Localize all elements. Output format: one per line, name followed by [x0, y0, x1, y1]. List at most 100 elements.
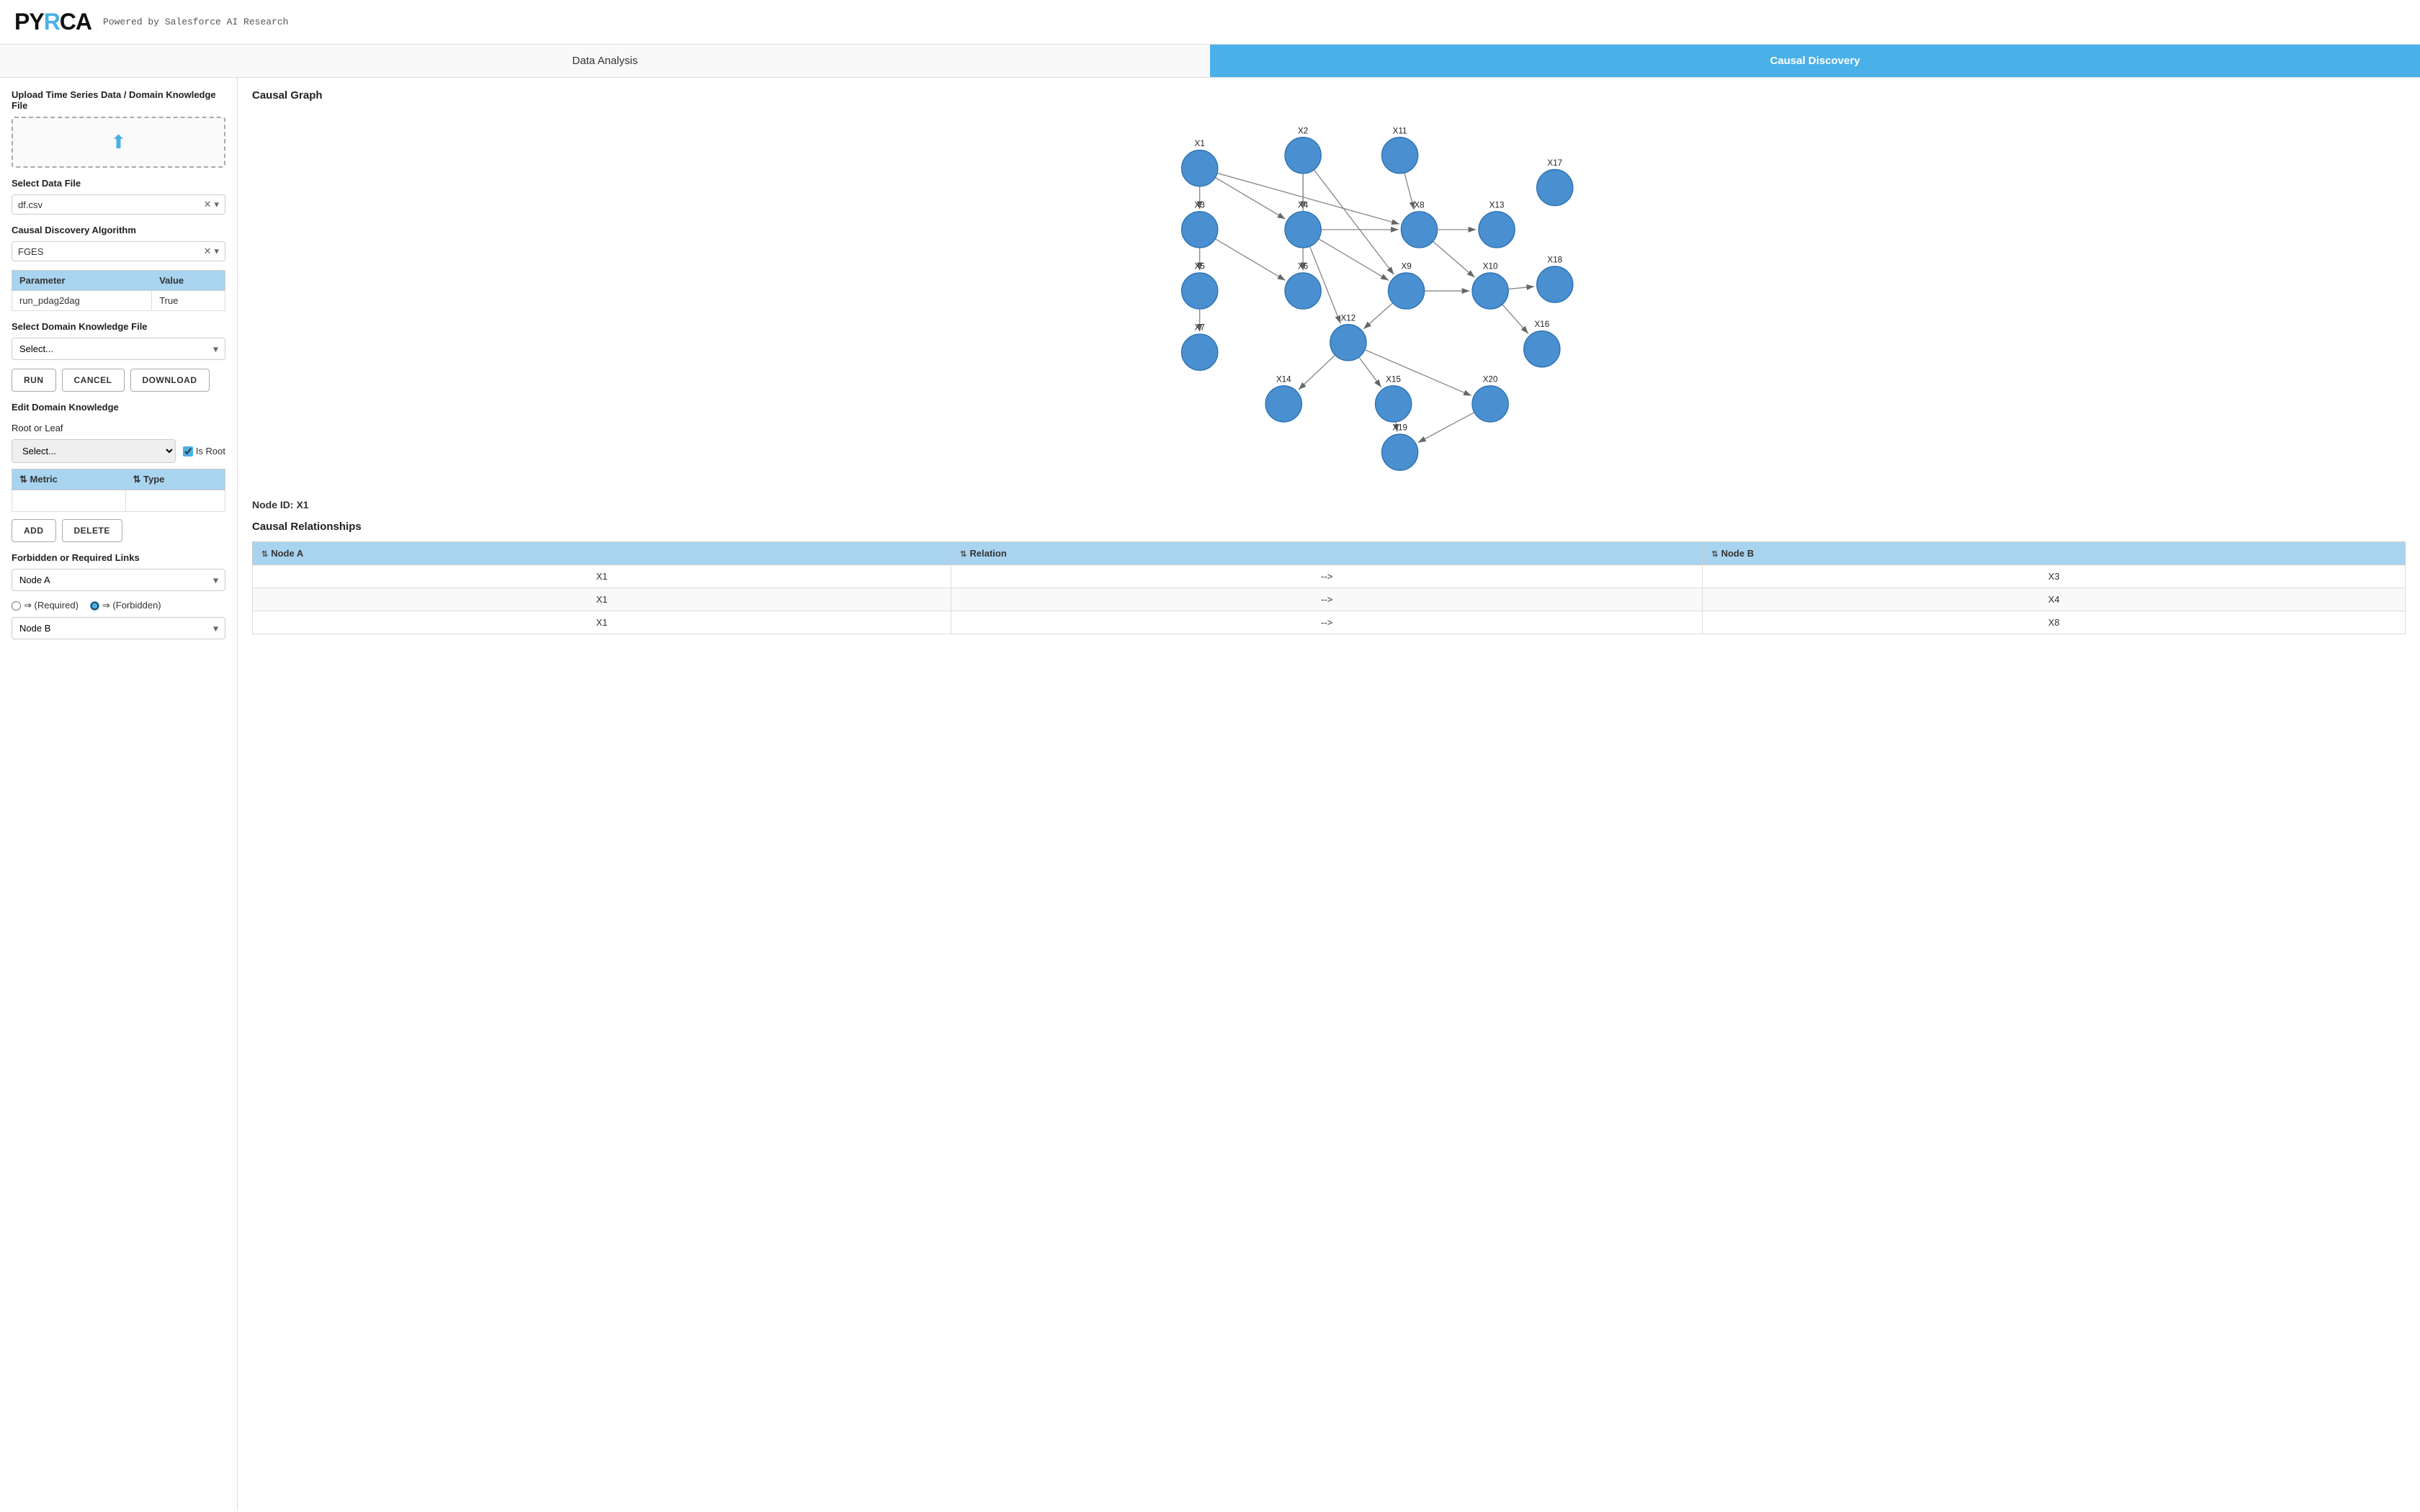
node-X12[interactable]: X12: [1330, 313, 1366, 361]
graph-container: X1 X2 X11 X17 X3 X4 X8 X13 X5 X6 X9 X10 X18 X7 X12 X16 X…: [252, 110, 2406, 485]
data-file-value: df.csv: [18, 199, 204, 210]
required-radio[interactable]: [12, 601, 21, 611]
rel-node-a: X1: [253, 588, 951, 611]
edit-domain-label: Edit Domain Knowledge: [12, 402, 225, 413]
forbidden-radio-label[interactable]: ⇒ (Forbidden): [90, 600, 161, 611]
node-label-X3: X3: [1195, 200, 1205, 210]
node-X5[interactable]: X5: [1182, 262, 1218, 310]
domain-knowledge-select[interactable]: Select...: [12, 338, 225, 360]
rel-relation: -->: [951, 611, 1703, 634]
node-X18[interactable]: X18: [1537, 256, 1573, 303]
upload-icon: ⬆: [111, 131, 127, 153]
node-label-X14: X14: [1276, 374, 1291, 384]
required-label-text: ⇒ (Required): [24, 600, 79, 611]
node-circle-X16: [1524, 331, 1560, 367]
node-X14[interactable]: X14: [1265, 374, 1301, 422]
node-X7[interactable]: X7: [1182, 323, 1218, 371]
is-root-checkbox[interactable]: [183, 446, 193, 456]
upload-area[interactable]: ⬆: [12, 117, 225, 168]
node-X9[interactable]: X9: [1388, 262, 1424, 310]
param-row: run_pdag2dagTrue: [12, 291, 225, 311]
dk-type-sort-icon: ⇅: [133, 474, 144, 485]
add-button[interactable]: ADD: [12, 519, 56, 542]
node-X2[interactable]: X2: [1285, 126, 1321, 174]
value-col-header: Value: [152, 271, 225, 291]
edge-X2-X9: [1314, 170, 1394, 274]
node-X11[interactable]: X11: [1382, 126, 1418, 174]
node-a-select-wrapper: Node A: [12, 569, 225, 591]
edge-X1-X4: [1215, 178, 1285, 220]
node-circle-X20: [1472, 386, 1508, 422]
param-cell: run_pdag2dag: [12, 291, 152, 311]
node-circle-X18: [1537, 266, 1573, 302]
node-X3[interactable]: X3: [1182, 200, 1218, 248]
node-circle-X10: [1472, 273, 1508, 309]
dk-metric-cell: [12, 490, 126, 512]
is-root-label[interactable]: Is Root: [183, 446, 225, 456]
is-root-text: Is Root: [196, 446, 225, 456]
node-X4[interactable]: X4: [1285, 200, 1321, 248]
node-X13[interactable]: X13: [1479, 200, 1515, 248]
clear-data-file-btn[interactable]: ✕: [204, 199, 212, 210]
required-radio-label[interactable]: ⇒ (Required): [12, 600, 79, 611]
logo-py: PY: [14, 9, 44, 35]
edge-X20-X19: [1418, 413, 1474, 443]
tab-data-analysis[interactable]: Data Analysis: [0, 45, 1210, 77]
tab-causal-discovery[interactable]: Causal Discovery: [1210, 45, 2420, 77]
node-label-X16: X16: [1535, 320, 1550, 329]
node-X10[interactable]: X10: [1472, 262, 1508, 310]
causal-graph-svg[interactable]: X1 X2 X11 X17 X3 X4 X8 X13 X5 X6 X9 X10 X18 X7 X12 X16 X…: [252, 110, 2406, 485]
select-data-file-label: Select Data File: [12, 178, 225, 189]
data-file-select[interactable]: df.csv ✕ ▾: [12, 194, 225, 215]
forbidden-links-label: Forbidden or Required Links: [12, 552, 225, 563]
node-label-X18: X18: [1547, 256, 1562, 265]
node-X20[interactable]: X20: [1472, 374, 1508, 422]
node-a-select[interactable]: Node A: [12, 569, 225, 591]
causal-relationships-table: ⇅Node A ⇅Relation ⇅Node B X1-->X3X1-->X4…: [252, 541, 2406, 634]
algorithm-params-table: Parameter Value run_pdag2dagTrue: [12, 270, 225, 311]
edge-X10-X18: [1508, 287, 1534, 289]
edge-X11-X8: [1404, 173, 1414, 210]
algorithm-label: Causal Discovery Algorithm: [12, 225, 225, 235]
clear-algorithm-btn[interactable]: ✕: [204, 246, 212, 257]
node-label-X19: X19: [1392, 423, 1407, 433]
rel-node-b: X3: [1703, 565, 2406, 588]
node-X19[interactable]: X19: [1382, 423, 1418, 471]
node-b-select[interactable]: Node B: [12, 617, 225, 639]
delete-button[interactable]: DELETE: [62, 519, 122, 542]
algorithm-select[interactable]: FGES ✕ ▾: [12, 241, 225, 261]
node-a-sort-icon: ⇅: [261, 550, 268, 559]
forbidden-label-text: ⇒ (Forbidden): [102, 600, 161, 611]
run-button[interactable]: RUN: [12, 369, 56, 392]
forbidden-radio[interactable]: [90, 601, 99, 611]
download-button[interactable]: DOWNLOAD: [130, 369, 210, 392]
node-b-select-wrapper: Node B: [12, 617, 225, 639]
node-circle-X2: [1285, 138, 1321, 174]
node-X1[interactable]: X1: [1182, 139, 1218, 186]
node-X6[interactable]: X6: [1285, 262, 1321, 310]
dk-type-header: ⇅ Type: [125, 469, 225, 490]
node-circle-X7: [1182, 334, 1218, 370]
causal-relationships-title: Causal Relationships: [252, 521, 2406, 533]
upload-section-label: Upload Time Series Data / Domain Knowled…: [12, 89, 225, 111]
node-id-display: Node ID: X1: [252, 499, 2406, 510]
node-circle-X4: [1285, 212, 1321, 248]
node-label-X10: X10: [1483, 262, 1498, 271]
node-X8[interactable]: X8: [1401, 200, 1437, 248]
node-a-col-header: ⇅Node A: [253, 542, 951, 565]
causal-graph-title: Causal Graph: [252, 89, 2406, 102]
root-leaf-select-wrapper: Select...: [12, 439, 176, 463]
node-circle-X17: [1537, 169, 1573, 205]
node-X17[interactable]: X17: [1537, 158, 1573, 206]
dk-metric-header: ⇅ Metric: [12, 469, 126, 490]
root-leaf-select[interactable]: Select...: [12, 439, 176, 463]
rel-node-a: X1: [253, 611, 951, 634]
cancel-button[interactable]: CANCEL: [62, 369, 125, 392]
domain-knowledge-table: ⇅ Metric ⇅ Type: [12, 469, 225, 512]
node-X16[interactable]: X16: [1524, 320, 1560, 367]
node-X15[interactable]: X15: [1376, 374, 1412, 422]
node-label-X6: X6: [1298, 262, 1308, 271]
relationship-row: X1-->X3: [253, 565, 2406, 588]
node-circle-X19: [1382, 434, 1418, 470]
node-label-X13: X13: [1489, 200, 1505, 210]
